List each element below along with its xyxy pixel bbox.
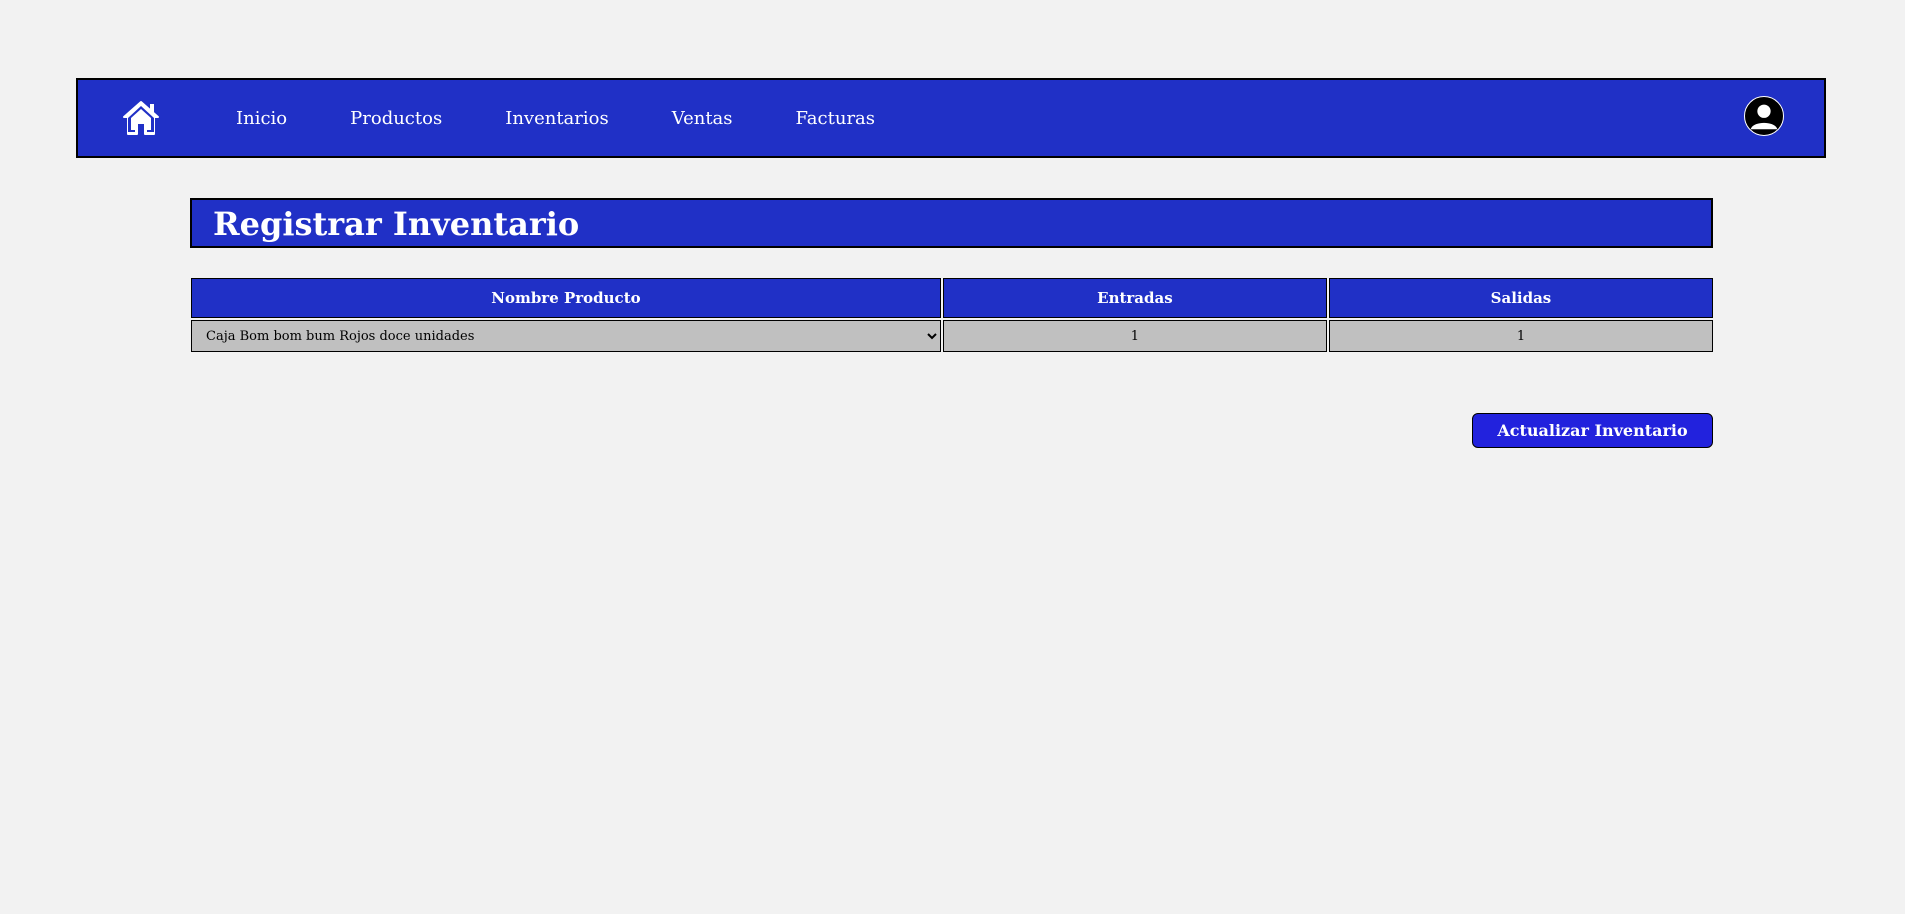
entradas-cell bbox=[942, 320, 1327, 352]
nav-item-facturas[interactable]: Facturas bbox=[796, 108, 875, 129]
inventory-table-container: Nombre Producto Entradas Salidas Caja Bo… bbox=[189, 276, 1715, 354]
update-inventory-button[interactable]: Actualizar Inventario bbox=[1472, 413, 1713, 448]
salidas-cell bbox=[1328, 320, 1713, 352]
page-title: Registrar Inventario bbox=[213, 205, 580, 243]
navbar: Inicio Productos Inventarios Ventas Fact… bbox=[76, 78, 1826, 158]
user-silhouette-icon bbox=[1750, 104, 1778, 130]
entradas-input[interactable] bbox=[943, 321, 1326, 351]
nav-links: Inicio Productos Inventarios Ventas Fact… bbox=[236, 80, 938, 156]
product-select[interactable]: Caja Bom bom bum Rojos doce unidades bbox=[192, 321, 940, 351]
page-title-bar: Registrar Inventario bbox=[190, 198, 1713, 248]
column-header-nombre-producto: Nombre Producto bbox=[191, 278, 941, 318]
nav-item-ventas[interactable]: Ventas bbox=[672, 108, 733, 129]
nav-item-inventarios[interactable]: Inventarios bbox=[505, 108, 609, 129]
product-cell: Caja Bom bom bum Rojos doce unidades bbox=[191, 320, 941, 352]
nav-item-productos[interactable]: Productos bbox=[350, 108, 442, 129]
user-avatar-icon[interactable] bbox=[1744, 96, 1784, 136]
column-header-entradas: Entradas bbox=[942, 278, 1327, 318]
table-header-row: Nombre Producto Entradas Salidas bbox=[191, 278, 1713, 318]
inventory-table: Nombre Producto Entradas Salidas Caja Bo… bbox=[189, 276, 1715, 354]
nav-item-inicio[interactable]: Inicio bbox=[236, 108, 287, 129]
table-row: Caja Bom bom bum Rojos doce unidades bbox=[191, 320, 1713, 352]
home-icon[interactable] bbox=[122, 100, 160, 136]
column-header-salidas: Salidas bbox=[1328, 278, 1713, 318]
salidas-input[interactable] bbox=[1329, 321, 1712, 351]
